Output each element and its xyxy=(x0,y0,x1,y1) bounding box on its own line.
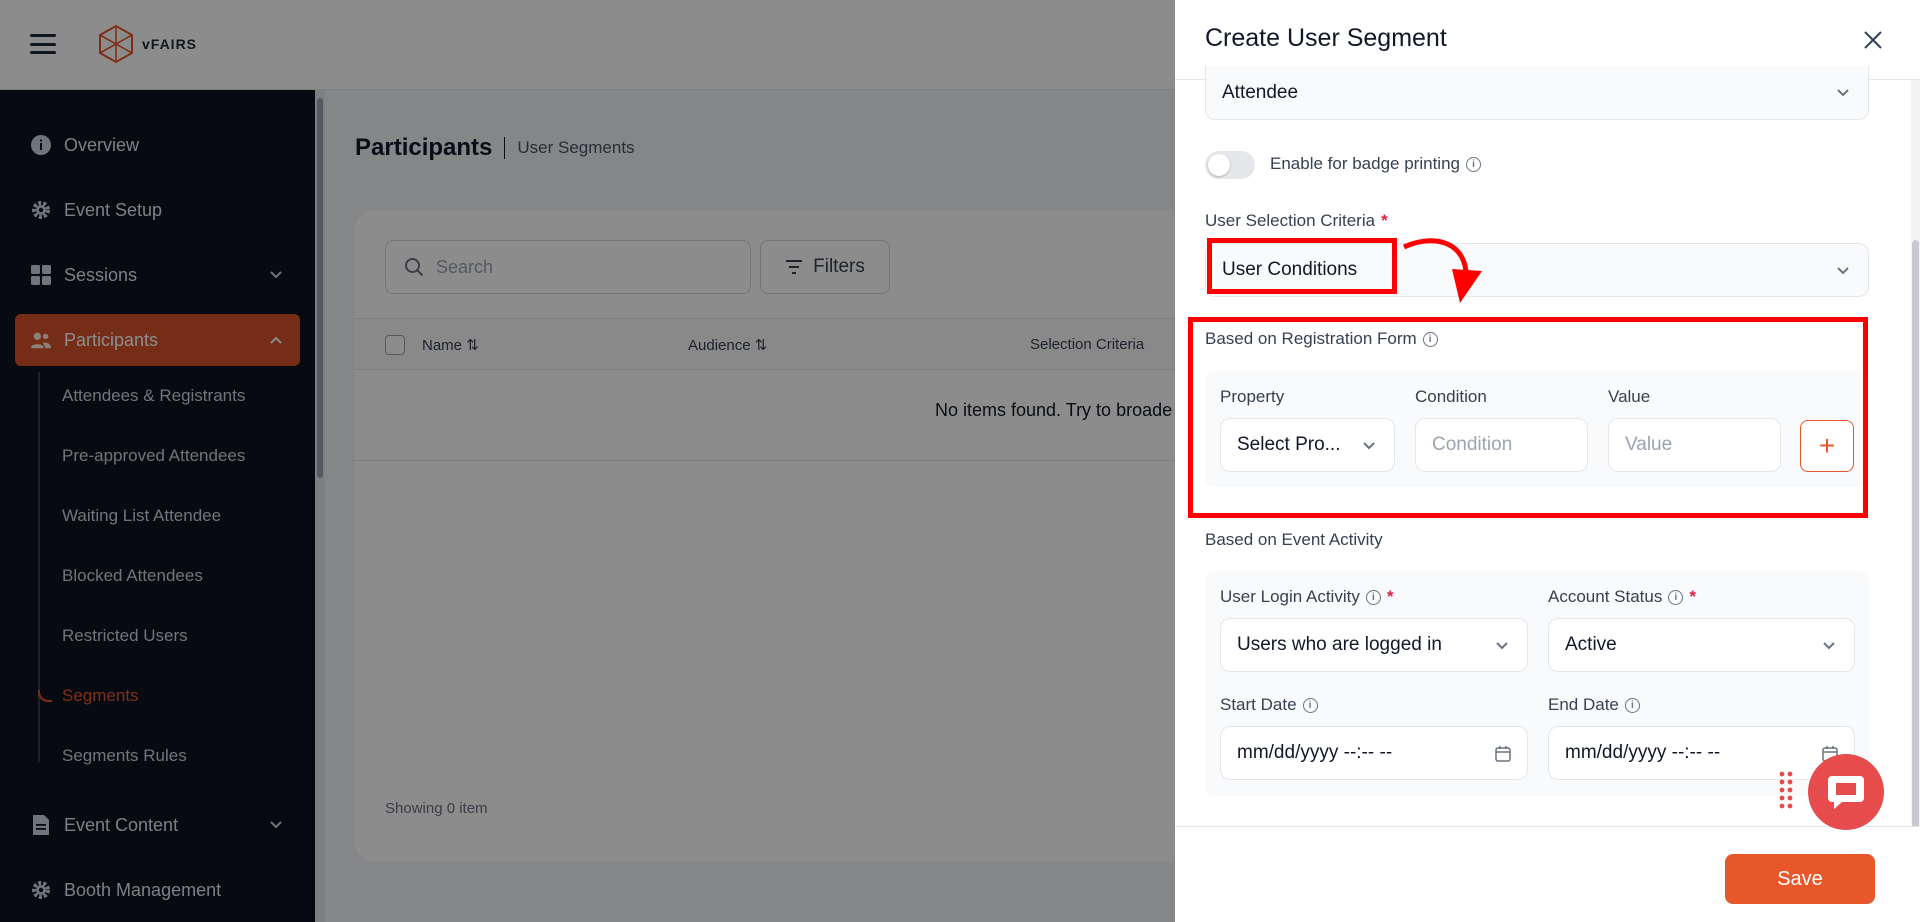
required-asterisk: * xyxy=(1689,587,1696,606)
chevron-down-icon xyxy=(1823,642,1835,650)
info-icon[interactable]: i xyxy=(1465,157,1481,173)
chat-widget-button[interactable] xyxy=(1808,754,1884,830)
end-date-text: End Date xyxy=(1548,695,1619,714)
start-date-label: Start Date i xyxy=(1220,695,1318,715)
chevron-down-icon xyxy=(1837,267,1849,275)
badge-printing-text: Enable for badge printing xyxy=(1270,154,1460,173)
criteria-label: User Selection Criteria * xyxy=(1205,211,1388,231)
activity-section-heading: Based on Event Activity xyxy=(1205,530,1383,549)
info-icon[interactable]: i xyxy=(1624,698,1640,714)
chevron-down-icon xyxy=(1837,89,1849,97)
required-asterisk: * xyxy=(1381,211,1388,230)
chevron-down-icon xyxy=(1496,642,1508,650)
account-status-select[interactable]: Active xyxy=(1548,618,1855,672)
chat-bubble-icon xyxy=(1828,776,1864,809)
end-date-input[interactable]: mm/dd/yyyy --:-- -- xyxy=(1548,726,1855,780)
login-activity-value: Users who are logged in xyxy=(1237,634,1442,655)
badge-printing-toggle[interactable] xyxy=(1205,151,1255,179)
calendar-icon[interactable] xyxy=(1495,745,1511,762)
drawer-footer: Save xyxy=(1175,826,1920,922)
toggle-knob xyxy=(1208,154,1230,176)
start-date-text: Start Date xyxy=(1220,695,1297,714)
annotation-highlight-criteria xyxy=(1207,238,1397,294)
login-activity-text: User Login Activity xyxy=(1220,587,1360,606)
info-icon[interactable]: i xyxy=(1365,590,1381,606)
drawer-scrollbar-thumb[interactable] xyxy=(1912,240,1919,830)
modal-backdrop[interactable] xyxy=(0,0,1175,922)
info-icon[interactable]: i xyxy=(1668,590,1684,606)
annotation-highlight-registration-form xyxy=(1188,317,1868,518)
audience-select[interactable]: Attendee xyxy=(1205,66,1869,120)
annotation-arrow-icon xyxy=(1402,238,1482,303)
login-activity-label: User Login Activity i * xyxy=(1220,587,1393,607)
account-status-text: Account Status xyxy=(1548,587,1663,606)
start-date-placeholder: mm/dd/yyyy --:-- -- xyxy=(1237,742,1393,763)
end-date-label: End Date i xyxy=(1548,695,1640,715)
badge-printing-label: Enable for badge printing i xyxy=(1270,154,1481,174)
info-icon[interactable]: i xyxy=(1302,698,1318,714)
drag-handle-icon[interactable] xyxy=(1779,770,1793,812)
account-status-value: Active xyxy=(1565,634,1617,655)
drawer-title: Create User Segment xyxy=(1205,24,1447,52)
criteria-label-text: User Selection Criteria xyxy=(1205,211,1376,230)
start-date-input[interactable]: mm/dd/yyyy --:-- -- xyxy=(1220,726,1528,780)
save-button[interactable]: Save xyxy=(1725,854,1875,904)
close-icon[interactable] xyxy=(1861,28,1885,52)
account-status-label: Account Status i * xyxy=(1548,587,1696,607)
required-asterisk: * xyxy=(1386,587,1394,606)
login-activity-select[interactable]: Users who are logged in xyxy=(1220,618,1528,672)
audience-value: Attendee xyxy=(1222,81,1299,103)
drawer-scrollbar[interactable] xyxy=(1911,80,1920,830)
end-date-placeholder: mm/dd/yyyy --:-- -- xyxy=(1565,742,1721,763)
